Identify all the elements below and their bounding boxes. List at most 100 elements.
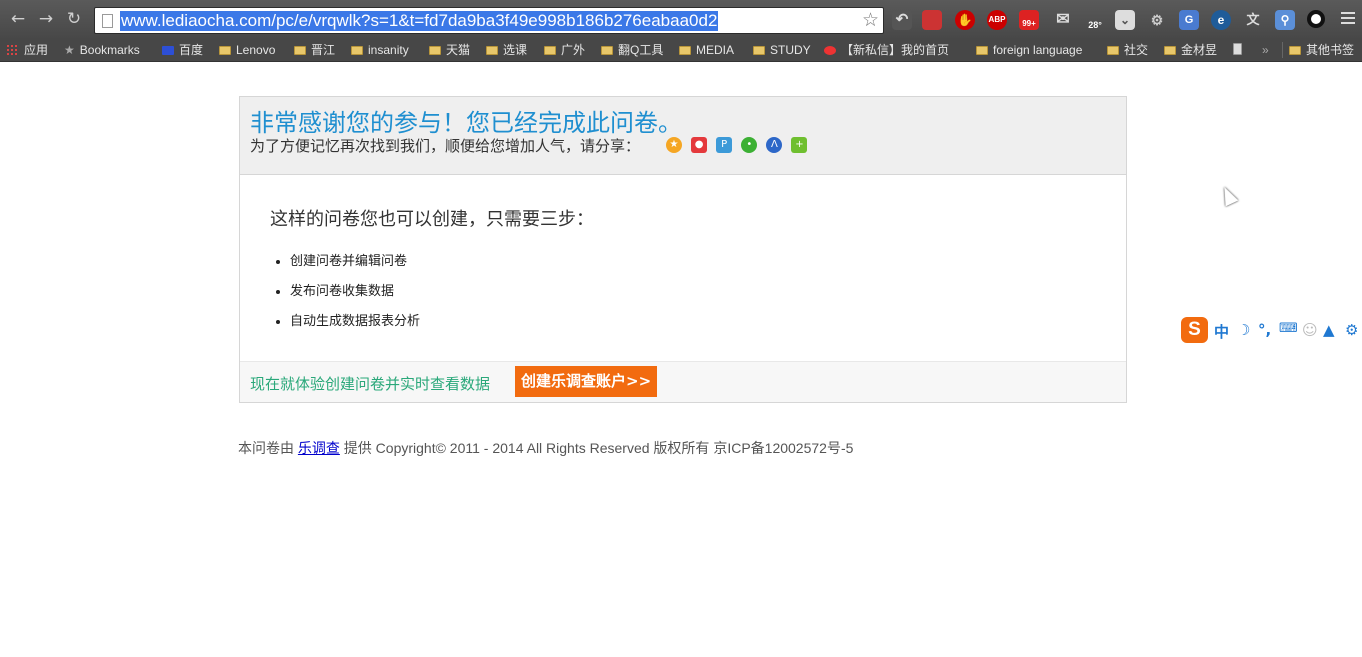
share-icons: ★ ● P • Λ + (666, 137, 811, 156)
bookmark-tmall[interactable]: 天猫 (429, 41, 470, 59)
create-account-button[interactable]: 创建乐调查账户>> (515, 366, 658, 397)
bookmark-star-icon[interactable]: ☆ (862, 9, 879, 31)
list-item: 自动生成数据报表分析 (290, 313, 420, 343)
weibo-share-icon[interactable]: ● (691, 137, 708, 153)
qzone-share-icon[interactable]: ★ (666, 137, 682, 153)
bookmark-label: 其他书签 (1306, 43, 1355, 57)
bookmark-label: 翻Q工具 (618, 43, 664, 57)
star-icon: ★ (64, 43, 75, 57)
bookmark-weibo[interactable]: 【新私信】我的首页 (824, 41, 949, 59)
bookmark-vpn-tools[interactable]: 翻Q工具 (601, 41, 663, 59)
bookmark-label: 天猫 (446, 43, 471, 57)
tencent-weibo-share-icon[interactable]: P (716, 137, 733, 153)
apps-grid-icon (6, 44, 18, 56)
bookmark-foreign-language[interactable]: foreign language (976, 41, 1082, 59)
more-share-icon[interactable]: + (791, 137, 808, 153)
weather-extension-icon[interactable]: 28° (1085, 10, 1105, 30)
bookmark-apps[interactable]: 应用 (6, 41, 48, 59)
bookmark-label: STUDY (770, 43, 811, 57)
wrench-icon[interactable]: ⚙ (1345, 321, 1358, 339)
stop-extension-icon[interactable]: ✋ (955, 10, 975, 30)
folder-icon (1107, 46, 1119, 55)
bookmark-insanity[interactable]: insanity (351, 41, 409, 59)
mail-extension-icon[interactable]: ✉ (1053, 10, 1073, 30)
more-bookmarks-chevron[interactable]: » (1262, 41, 1269, 59)
url-text[interactable]: www.lediaocha.com/pc/e/vrqwlk?s=1&t=fd7d… (120, 11, 719, 31)
folder-icon (1289, 46, 1301, 55)
e-extension-icon[interactable]: e (1211, 10, 1231, 30)
punctuation-toggle[interactable]: °, (1258, 321, 1271, 339)
bookmarks-bar: 应用 ★ Bookmarks 百度 Lenovo 晋江 insanity 天猫 选… (0, 38, 1362, 62)
folder-icon (679, 46, 691, 55)
lediaocha-link[interactable]: 乐调查 (298, 440, 340, 456)
folder-icon (486, 46, 498, 55)
bookmark-social[interactable]: 社交 (1107, 41, 1148, 59)
list-item: 发布问卷收集数据 (290, 283, 420, 313)
red-book-extension-icon[interactable] (922, 10, 942, 30)
bookmark-other[interactable]: 其他书签 (1289, 41, 1354, 59)
folder-icon (219, 46, 231, 55)
folder-icon (429, 46, 441, 55)
bookmark-baidu[interactable]: 百度 (162, 41, 203, 59)
search-extension-icon[interactable]: ⚲ (1275, 10, 1295, 30)
bookmark-jincaiyu[interactable]: 金材昱 (1164, 41, 1217, 59)
page-icon (1233, 43, 1242, 55)
folder-icon (753, 46, 765, 55)
bookmark-label: 百度 (179, 43, 204, 57)
folder-icon (544, 46, 556, 55)
address-bar[interactable]: www.lediaocha.com/pc/e/vrqwlk?s=1&t=fd7d… (94, 7, 884, 34)
bookmark-study[interactable]: STUDY (753, 41, 811, 59)
circle-extension-icon[interactable] (1307, 10, 1325, 28)
bookmark-xuanke[interactable]: 选课 (486, 41, 527, 59)
chrome-menu-icon[interactable] (1341, 12, 1355, 27)
bookmark-label: insanity (368, 43, 409, 57)
ime-toolbar: S 中 ☽ °, ⌨ ☺ ▲ ⚙ (1181, 316, 1362, 344)
renren-share-icon[interactable]: Λ (766, 137, 783, 153)
steps-title: 这样的问卷您也可以创建，只需要三步： (270, 209, 594, 230)
bookmark-label: Lenovo (236, 43, 276, 57)
bookmark-jinjiang[interactable]: 晋江 (294, 41, 335, 59)
en-translate-extension-icon[interactable]: 文 (1243, 10, 1263, 30)
share-prompt: 为了方便记忆再次找到我们，顺便给您增加人气，请分享： (250, 137, 641, 155)
badge-extension-icon[interactable]: 99+ (1019, 10, 1039, 30)
bookmark-guangwai[interactable]: 广外 (544, 41, 585, 59)
pocket-extension-icon[interactable]: ⌄ (1115, 10, 1135, 30)
panel-footer: 现在就体验创建问卷并实时查看数据 创建乐调查账户>> (240, 361, 1126, 402)
bookmark-label: 社交 (1124, 43, 1149, 57)
bookmark-label: 【新私信】我的首页 (841, 43, 950, 57)
page-footer: 本问卷由 乐调查 提供 Copyright© 2011 - 2014 All R… (238, 438, 853, 458)
ime-mode-toggle[interactable]: 中 (1214, 321, 1229, 342)
user-icon[interactable]: ☺ (1302, 321, 1318, 339)
forward-icon[interactable]: → (36, 9, 56, 29)
bookmark-media[interactable]: MEDIA (679, 41, 734, 59)
folder-icon (976, 46, 988, 55)
bookmark-label: MEDIA (696, 43, 735, 57)
folder-icon (294, 46, 306, 55)
list-item: 创建问卷并编辑问卷 (290, 253, 420, 283)
bookmark-label: 广外 (561, 43, 586, 57)
mouse-cursor-icon (1218, 184, 1239, 207)
bookmark-label: 应用 (24, 43, 49, 57)
adblock-plus-icon[interactable]: ABP (987, 10, 1007, 30)
bookmarks-separator (1282, 42, 1283, 58)
bookmark-bookmarks[interactable]: ★ Bookmarks (64, 41, 140, 59)
browser-toolbar: ← → ↻ www.lediaocha.com/pc/e/vrqwlk?s=1&… (0, 0, 1362, 38)
wechat-share-icon[interactable]: • (741, 137, 758, 153)
back-icon[interactable]: ← (8, 9, 28, 29)
footer-copyright: 提供 Copyright© 2011 - 2014 All Rights Res… (343, 440, 854, 456)
reload-icon[interactable]: ↻ (64, 9, 84, 29)
promo-text: 现在就体验创建问卷并实时查看数据 (250, 375, 491, 393)
undo-extension-icon[interactable]: ↶ (892, 10, 912, 30)
sogou-logo-icon[interactable]: S (1181, 317, 1208, 343)
skin-shirt-icon[interactable]: ▲ (1323, 321, 1335, 339)
completion-panel: 非常感谢您的参与！您已经完成此问卷。 为了方便记忆再次找到我们，顺便给您增加人气… (239, 96, 1127, 403)
translate-extension-icon[interactable]: G (1179, 10, 1199, 30)
folder-icon (1164, 46, 1176, 55)
bookmark-label: 晋江 (311, 43, 336, 57)
keyboard-icon[interactable]: ⌨ (1279, 321, 1298, 336)
bookmark-page-icon[interactable] (1233, 41, 1247, 59)
bookmark-lenovo[interactable]: Lenovo (219, 41, 275, 59)
puzzle-extension-icon[interactable]: ⚙ (1147, 10, 1167, 30)
moon-icon[interactable]: ☽ (1237, 321, 1250, 339)
bookmark-label: Bookmarks (79, 43, 140, 57)
